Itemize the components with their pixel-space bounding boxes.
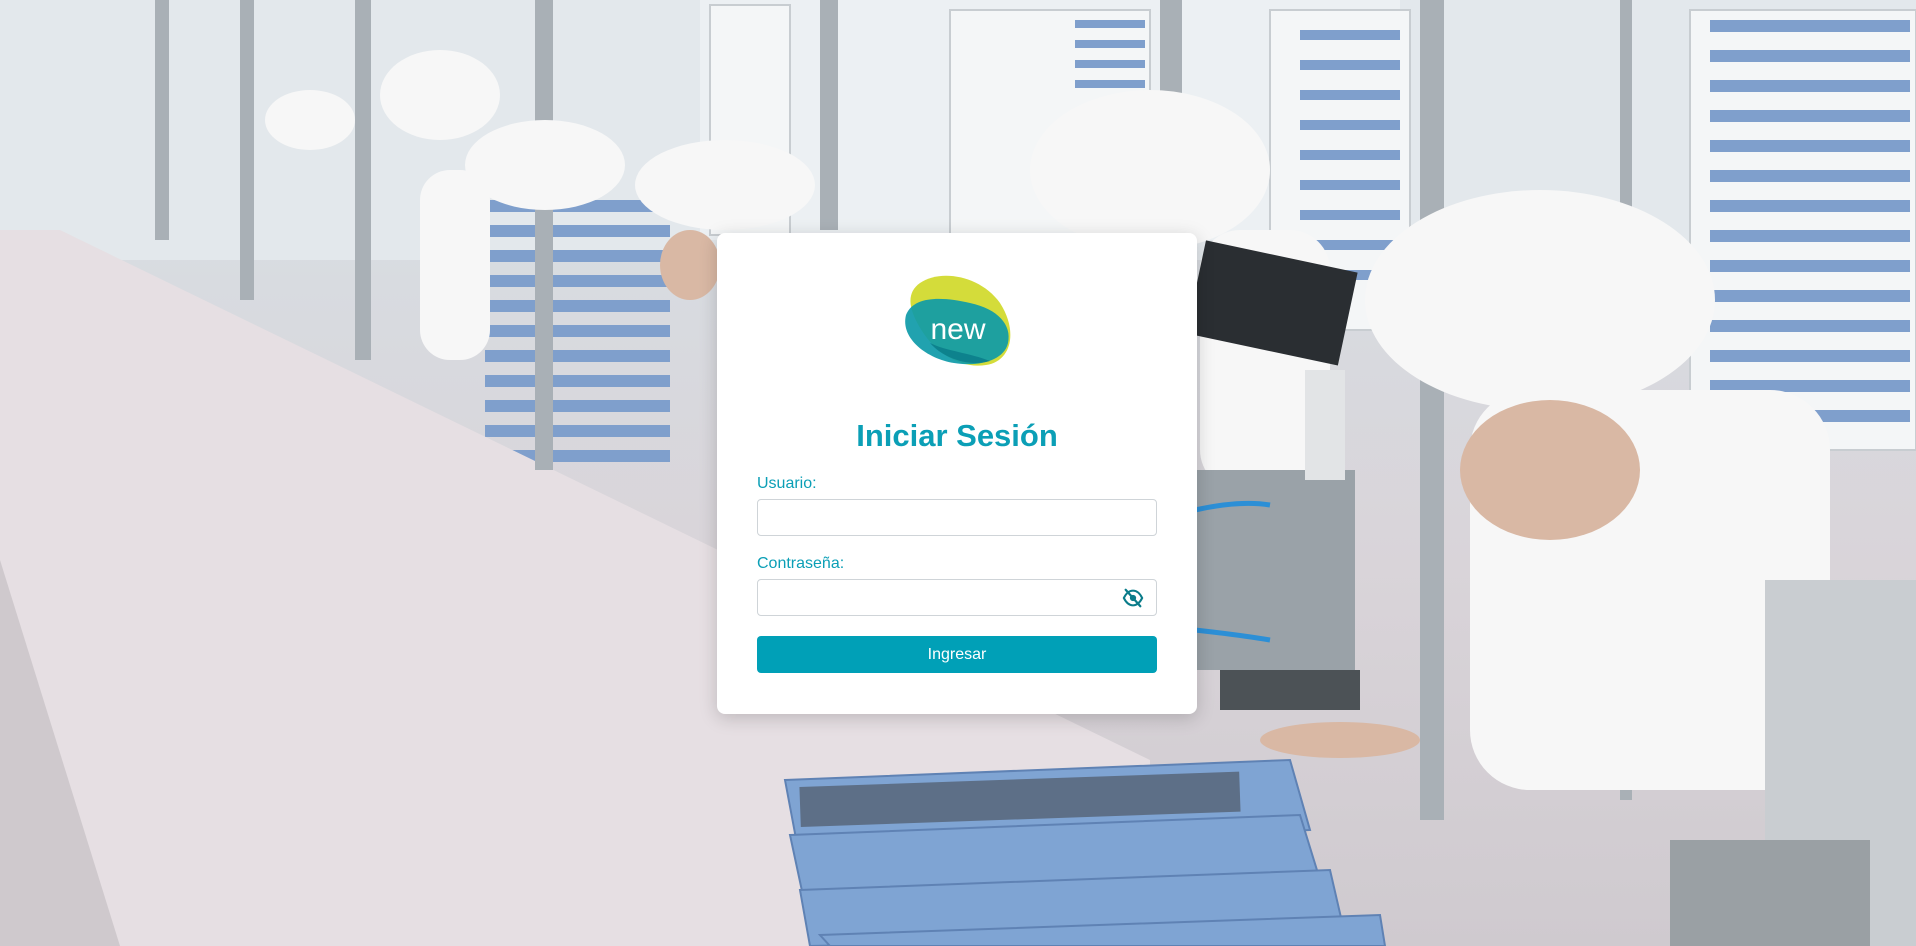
logo-text: new [930, 313, 985, 346]
page-title: Iniciar Sesión [856, 418, 1058, 453]
eye-slash-icon[interactable] [1122, 587, 1144, 609]
password-label: Contraseña: [757, 555, 845, 572]
username-input[interactable] [757, 499, 1157, 536]
brand-logo: new [900, 273, 1014, 369]
password-input[interactable] [757, 579, 1157, 616]
login-card: new Iniciar Sesión Usuario: Contraseña: … [717, 233, 1197, 714]
login-button[interactable]: Ingresar [757, 636, 1157, 673]
username-label: Usuario: [757, 475, 817, 492]
